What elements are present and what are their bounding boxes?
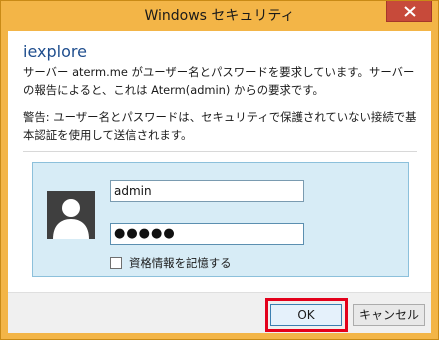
- username-field[interactable]: [110, 180, 304, 202]
- close-button[interactable]: [386, 1, 432, 22]
- password-field[interactable]: ●●●●●: [110, 223, 304, 245]
- ok-button[interactable]: OK: [270, 304, 342, 326]
- cancel-button[interactable]: キャンセル: [353, 304, 425, 326]
- button-footer: OK キャンセル: [8, 292, 431, 333]
- remember-checkbox[interactable]: [110, 257, 122, 269]
- user-silhouette-icon: [47, 191, 95, 239]
- credential-panel: ●●●●● 資格情報を記憶する: [32, 162, 409, 277]
- remember-label: 資格情報を記憶する: [129, 256, 232, 270]
- security-dialog-window: Windows セキュリティ iexplore サーバー aterm.me がユ…: [0, 0, 439, 340]
- auth-message: サーバー aterm.me がユーザー名とパスワードを要求しています。サーバーの…: [23, 65, 415, 97]
- warning-message: 警告: ユーザー名とパスワードは、セキュリティで保護されていない接続で基本認証を…: [23, 110, 417, 142]
- dialog-content: iexplore サーバー aterm.me がユーザー名とパスワードを要求して…: [8, 31, 431, 333]
- app-name: iexplore: [23, 42, 87, 61]
- remember-credentials[interactable]: 資格情報を記憶する: [110, 255, 232, 271]
- title-bar[interactable]: Windows セキュリティ: [1, 1, 438, 31]
- close-icon: [404, 6, 416, 17]
- divider: [23, 151, 417, 152]
- window-title: Windows セキュリティ: [144, 8, 295, 24]
